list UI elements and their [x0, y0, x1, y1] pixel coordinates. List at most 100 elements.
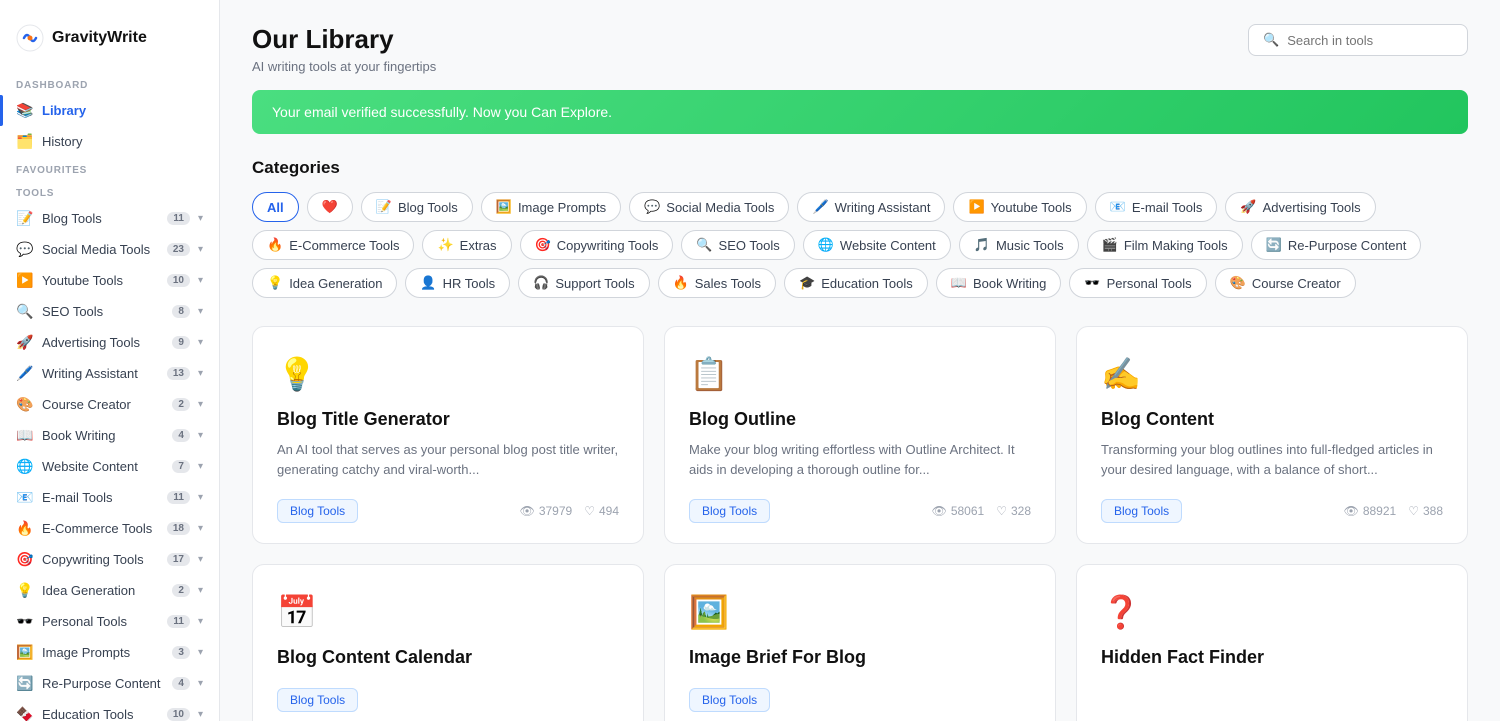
- cat-sales[interactable]: 🔥 Sales Tools: [658, 268, 776, 298]
- sidebar-label-website-content: Website Content: [42, 459, 164, 474]
- sidebar-label-library: Library: [42, 103, 203, 118]
- tool-tag-blog-calendar: Blog Tools: [277, 688, 358, 712]
- sidebar-item-history[interactable]: 🗂️ History: [0, 126, 219, 157]
- tool-desc-blog-outline: Make your blog writing effortless with O…: [689, 440, 1031, 479]
- sidebar-item-personal-tools[interactable]: 🕶️ Personal Tools 11 ▾: [0, 606, 219, 637]
- gravitywrite-logo-icon: [16, 24, 44, 52]
- tool-card-image-brief[interactable]: 🖼️ Image Brief For Blog Blog Tools: [664, 564, 1056, 721]
- sidebar-item-advertising[interactable]: 🚀 Advertising Tools 9 ▾: [0, 327, 219, 358]
- tool-desc-blog-content: Transforming your blog outlines into ful…: [1101, 440, 1443, 479]
- tool-card-blog-content[interactable]: ✍️ Blog Content Transforming your blog o…: [1076, 326, 1468, 544]
- cat-website-label: Website Content: [840, 238, 936, 253]
- likes-count-2: 328: [1011, 504, 1031, 518]
- copywriting-chevron: ▾: [198, 554, 203, 565]
- cat-writing-icon: 🖊️: [812, 199, 828, 215]
- cat-copywriting[interactable]: 🎯 Copywriting Tools: [520, 230, 674, 260]
- course-creator-badge: 2: [172, 398, 190, 411]
- sidebar-label-ecommerce: E-Commerce Tools: [42, 521, 159, 536]
- sidebar-section-favourites: FAVOURITES: [0, 157, 219, 180]
- tool-footer-blog-title: Blog Tools 👁 37979 ♡ 494: [277, 499, 619, 523]
- tool-card-hidden-fact[interactable]: ❓ Hidden Fact Finder: [1076, 564, 1468, 721]
- logo-text: GravityWrite: [52, 29, 147, 47]
- cat-support[interactable]: 🎧 Support Tools: [518, 268, 649, 298]
- cat-repurpose-icon: 🔄: [1266, 237, 1282, 253]
- sidebar-item-social-media[interactable]: 💬 Social Media Tools 23 ▾: [0, 234, 219, 265]
- sidebar-item-website-content[interactable]: 🌐 Website Content 7 ▾: [0, 451, 219, 482]
- social-media-icon: 💬: [16, 241, 34, 258]
- search-input[interactable]: [1287, 33, 1447, 48]
- sidebar-section-dashboard: DASHBOARD: [0, 72, 219, 95]
- cat-website-content[interactable]: 🌐 Website Content: [803, 230, 951, 260]
- tool-title-blog-title: Blog Title Generator: [277, 409, 619, 430]
- cat-blog-tools[interactable]: 📝 Blog Tools: [361, 192, 473, 222]
- sidebar-item-repurpose[interactable]: 🔄 Re-Purpose Content 4 ▾: [0, 668, 219, 699]
- cat-music[interactable]: 🎵 Music Tools: [959, 230, 1079, 260]
- sidebar-item-writing-assistant[interactable]: 🖊️ Writing Assistant 13 ▾: [0, 358, 219, 389]
- sidebar-item-idea-generation[interactable]: 💡 Idea Generation 2 ▾: [0, 575, 219, 606]
- cat-youtube-label: Youtube Tools: [991, 200, 1072, 215]
- tool-likes-blog-content: ♡ 388: [1408, 504, 1443, 518]
- tool-card-blog-title-generator[interactable]: 💡 Blog Title Generator An AI tool that s…: [252, 326, 644, 544]
- sidebar-item-copywriting[interactable]: 🎯 Copywriting Tools 17 ▾: [0, 544, 219, 575]
- sidebar-item-youtube[interactable]: ▶️ Youtube Tools 10 ▾: [0, 265, 219, 296]
- cat-advertising[interactable]: 🚀 Advertising Tools: [1225, 192, 1375, 222]
- cat-youtube[interactable]: ▶️ Youtube Tools: [953, 192, 1086, 222]
- tool-tag-blog-content: Blog Tools: [1101, 499, 1182, 523]
- cat-filmmaking[interactable]: 🎬 Film Making Tools: [1087, 230, 1243, 260]
- cat-education[interactable]: 🎓 Education Tools: [784, 268, 928, 298]
- tool-stats-blog-title: 👁 37979 ♡ 494: [520, 504, 619, 518]
- tool-tag-blog-title: Blog Tools: [277, 499, 358, 523]
- cat-book-writing[interactable]: 📖 Book Writing: [936, 268, 1062, 298]
- history-icon: 🗂️: [16, 133, 34, 150]
- cat-writing-assistant[interactable]: 🖊️ Writing Assistant: [797, 192, 945, 222]
- tool-card-blog-outline[interactable]: 📋 Blog Outline Make your blog writing ef…: [664, 326, 1056, 544]
- sidebar-item-library[interactable]: 📚 Library: [0, 95, 219, 126]
- search-icon: 🔍: [1263, 32, 1279, 48]
- logo[interactable]: GravityWrite: [0, 16, 219, 72]
- cat-favourites[interactable]: ❤️: [307, 192, 353, 222]
- tool-footer-image-brief: Blog Tools: [689, 688, 1031, 712]
- cat-sales-label: Sales Tools: [695, 276, 761, 291]
- categories-title: Categories: [252, 158, 1468, 178]
- sidebar-item-blog-tools[interactable]: 📝 Blog Tools 11 ▾: [0, 203, 219, 234]
- likes-count-3: 388: [1423, 504, 1443, 518]
- cat-repurpose[interactable]: 🔄 Re-Purpose Content: [1251, 230, 1422, 260]
- cat-idea-generation[interactable]: 💡 Idea Generation: [252, 268, 397, 298]
- sidebar-item-seo[interactable]: 🔍 SEO Tools 8 ▾: [0, 296, 219, 327]
- sidebar-item-book-writing[interactable]: 📖 Book Writing 4 ▾: [0, 420, 219, 451]
- cat-personal-tools[interactable]: 🕶️ Personal Tools: [1069, 268, 1206, 298]
- cat-personal-icon: 🕶️: [1084, 275, 1100, 291]
- ecommerce-chevron: ▾: [198, 523, 203, 534]
- sidebar-item-education[interactable]: 🍫 Education Tools 10 ▾: [0, 699, 219, 721]
- cat-extras[interactable]: ✨ Extras: [422, 230, 511, 260]
- likes-count: 494: [599, 504, 619, 518]
- tool-footer-blog-content: Blog Tools 👁 88921 ♡ 388: [1101, 499, 1443, 523]
- cat-advertising-icon: 🚀: [1240, 199, 1256, 215]
- cat-ecommerce[interactable]: 🔥 E-Commerce Tools: [252, 230, 414, 260]
- sidebar-label-writing-assistant: Writing Assistant: [42, 366, 159, 381]
- cat-course-creator[interactable]: 🎨 Course Creator: [1215, 268, 1356, 298]
- cat-social-media[interactable]: 💬 Social Media Tools: [629, 192, 789, 222]
- sidebar-item-email-tools[interactable]: 📧 E-mail Tools 11 ▾: [0, 482, 219, 513]
- tool-card-blog-calendar[interactable]: 📅 Blog Content Calendar Blog Tools: [252, 564, 644, 721]
- cat-copywriting-icon: 🎯: [535, 237, 551, 253]
- tool-title-image-brief: Image Brief For Blog: [689, 647, 1031, 668]
- writing-assistant-icon: 🖊️: [16, 365, 34, 382]
- cat-image-icon: 🖼️: [496, 199, 512, 215]
- search-box[interactable]: 🔍: [1248, 24, 1468, 56]
- sidebar-item-course-creator[interactable]: 🎨 Course Creator 2 ▾: [0, 389, 219, 420]
- tool-title-blog-calendar: Blog Content Calendar: [277, 647, 619, 668]
- cat-email-tools[interactable]: 📧 E-mail Tools: [1095, 192, 1218, 222]
- repurpose-chevron: ▾: [198, 678, 203, 689]
- cat-social-icon: 💬: [644, 199, 660, 215]
- cat-image-prompts[interactable]: 🖼️ Image Prompts: [481, 192, 621, 222]
- sidebar-label-youtube: Youtube Tools: [42, 273, 159, 288]
- likes-icon: ♡: [584, 504, 595, 518]
- favourites-icon: ❤️: [322, 199, 338, 215]
- sidebar-label-image-prompts: Image Prompts: [42, 645, 164, 660]
- cat-hr-tools[interactable]: 👤 HR Tools: [405, 268, 510, 298]
- cat-seo[interactable]: 🔍 SEO Tools: [681, 230, 794, 260]
- cat-all[interactable]: All: [252, 192, 299, 222]
- sidebar-item-image-prompts[interactable]: 🖼️ Image Prompts 3 ▾: [0, 637, 219, 668]
- sidebar-item-ecommerce[interactable]: 🔥 E-Commerce Tools 18 ▾: [0, 513, 219, 544]
